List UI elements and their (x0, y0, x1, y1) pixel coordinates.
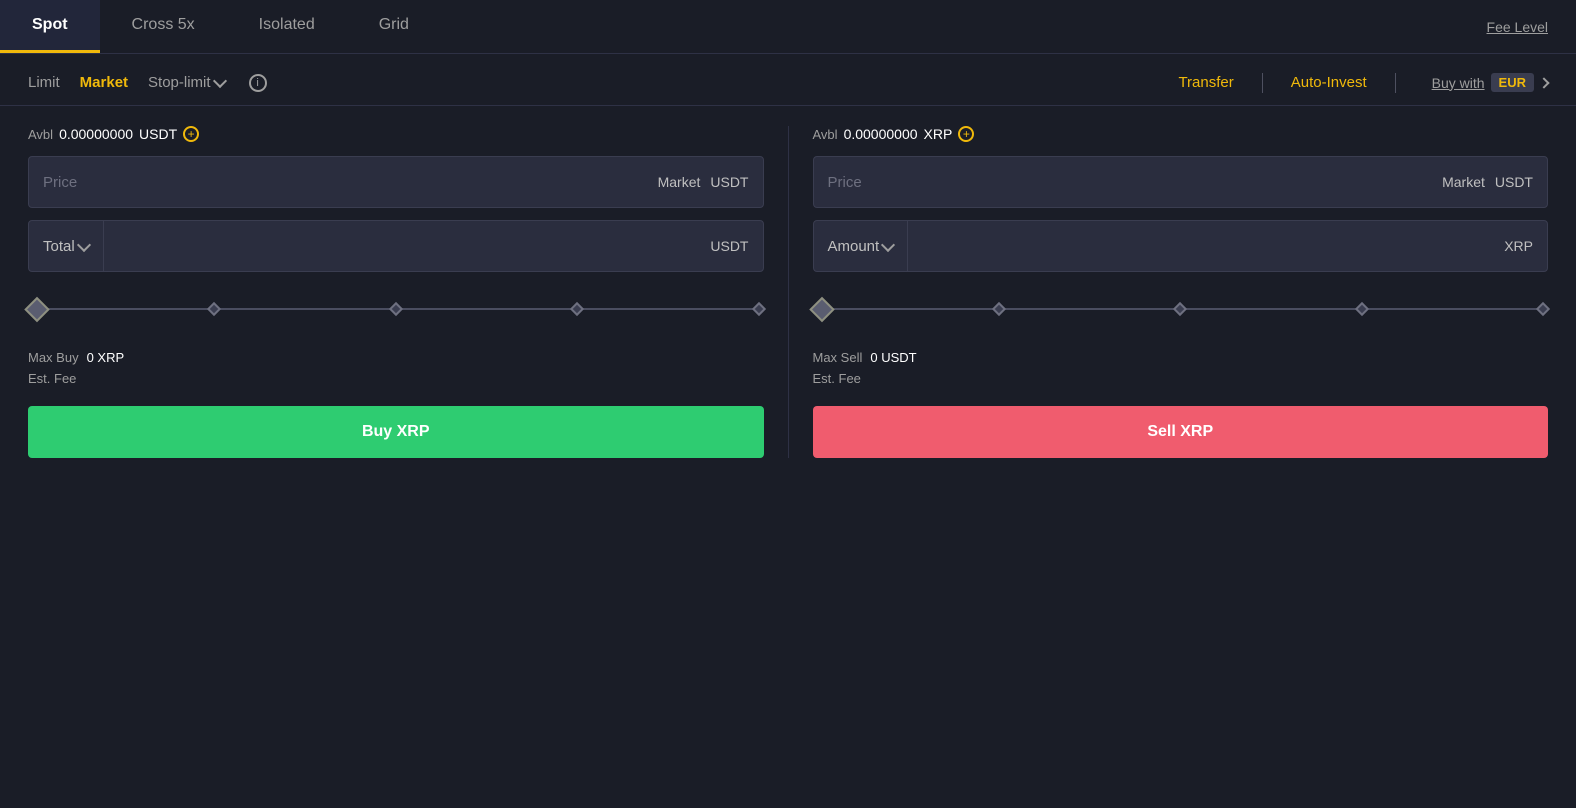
buy-max-buy-label: Max Buy (28, 350, 79, 365)
limit-button[interactable]: Limit (28, 72, 60, 93)
sell-slider-track (813, 308, 1549, 310)
buy-price-suffix: Market USDT (658, 174, 749, 190)
buy-total-input[interactable] (104, 238, 711, 255)
tab-bar: Spot Cross 5x Isolated Grid Fee Level (0, 0, 1576, 54)
buy-slider-dot-75[interactable] (570, 302, 584, 316)
buy-total-field: Total USDT (28, 220, 764, 272)
sell-amount-label: Amount (828, 238, 880, 255)
buy-panel: Avbl 0.00000000 USDT + Market USDT Total… (28, 126, 784, 458)
buy-avbl-currency: USDT (139, 126, 177, 142)
info-icon[interactable]: i (249, 74, 267, 92)
sell-price-input[interactable] (828, 174, 1443, 191)
sell-add-icon[interactable]: + (958, 126, 974, 142)
buy-with-currency: EUR (1491, 73, 1534, 92)
buy-max-buy-item: Max Buy 0 XRP (28, 350, 764, 365)
buy-add-icon[interactable]: + (183, 126, 199, 142)
toolbar-divider (1262, 73, 1263, 93)
buy-total-chevron-icon (77, 237, 91, 251)
buy-stats-row: Max Buy 0 XRP Est. Fee (28, 350, 764, 386)
buy-slider-container[interactable] (28, 284, 764, 334)
buy-total-currency: USDT (710, 238, 762, 254)
sell-slider-container[interactable] (813, 284, 1549, 334)
sell-slider-thumb[interactable] (809, 297, 834, 322)
buy-total-label-group[interactable]: Total (29, 221, 104, 271)
sell-stats-row: Max Sell 0 USDT Est. Fee (813, 350, 1549, 386)
buy-price-currency-label: USDT (710, 174, 748, 190)
tab-spacer (441, 0, 1459, 53)
buy-slider-dot-50[interactable] (389, 302, 403, 316)
tab-spot[interactable]: Spot (0, 0, 100, 53)
panel-divider (788, 126, 789, 458)
tab-grid[interactable]: Grid (347, 0, 441, 53)
order-type-row: Limit Market Stop-limit i Transfer Auto-… (0, 54, 1576, 106)
sell-amount-chevron-icon (881, 237, 895, 251)
sell-xrp-button[interactable]: Sell XRP (813, 406, 1549, 458)
tab-cross5x[interactable]: Cross 5x (100, 0, 227, 53)
sell-amount-input[interactable] (908, 238, 1504, 255)
tab-spot-label: Spot (32, 16, 68, 34)
sell-avbl-currency: XRP (924, 126, 953, 142)
sell-max-sell-item: Max Sell 0 USDT (813, 350, 1549, 365)
transfer-button[interactable]: Transfer (1178, 74, 1233, 91)
sell-amount-label-group[interactable]: Amount (814, 221, 909, 271)
stop-limit-group[interactable]: Stop-limit (148, 74, 225, 91)
sell-price-field[interactable]: Market USDT (813, 156, 1549, 208)
fee-level-link[interactable]: Fee Level (1459, 0, 1576, 53)
chevron-down-icon (212, 74, 226, 88)
auto-invest-button[interactable]: Auto-Invest (1291, 74, 1367, 91)
sell-price-suffix: Market USDT (1442, 174, 1533, 190)
sell-amount-field: Amount XRP (813, 220, 1549, 272)
buy-slider-dot-25[interactable] (207, 302, 221, 316)
main-content: Avbl 0.00000000 USDT + Market USDT Total… (0, 106, 1576, 478)
market-button[interactable]: Market (80, 72, 128, 93)
sell-slider-dot-75[interactable] (1355, 302, 1369, 316)
sell-max-sell-value: 0 USDT (870, 350, 916, 365)
buy-with-group[interactable]: Buy with EUR (1432, 73, 1548, 92)
buy-slider-dot-100[interactable] (751, 302, 765, 316)
buy-slider-dots (28, 304, 764, 314)
buy-price-market-label: Market (658, 174, 701, 190)
buy-price-input[interactable] (43, 174, 658, 191)
sell-avbl-value: 0.00000000 (844, 126, 918, 142)
tab-grid-label: Grid (379, 16, 409, 34)
sell-est-fee-item: Est. Fee (813, 371, 1549, 386)
sell-max-sell-label: Max Sell (813, 350, 863, 365)
buy-max-buy-value: 0 XRP (87, 350, 125, 365)
sell-slider-dots (813, 304, 1549, 314)
buy-slider-track (28, 308, 764, 310)
sell-avbl-label: Avbl (813, 127, 838, 142)
stop-limit-label: Stop-limit (148, 74, 211, 91)
buy-avbl-label: Avbl (28, 127, 53, 142)
sell-price-currency-label: USDT (1495, 174, 1533, 190)
buy-est-fee-label: Est. Fee (28, 371, 76, 386)
buy-price-field[interactable]: Market USDT (28, 156, 764, 208)
sell-panel: Avbl 0.00000000 XRP + Market USDT Amount… (793, 126, 1549, 458)
sell-slider-dot-50[interactable] (1173, 302, 1187, 316)
sell-price-market-label: Market (1442, 174, 1485, 190)
sell-est-fee-label: Est. Fee (813, 371, 861, 386)
buy-est-fee-item: Est. Fee (28, 371, 764, 386)
sell-slider-dot-25[interactable] (992, 302, 1006, 316)
buy-total-label: Total (43, 238, 75, 255)
sell-avbl-row: Avbl 0.00000000 XRP + (813, 126, 1549, 142)
tab-isolated[interactable]: Isolated (227, 0, 347, 53)
fee-level-label: Fee Level (1487, 19, 1548, 35)
buy-with-label: Buy with (1432, 75, 1485, 91)
toolbar-divider2 (1395, 73, 1396, 93)
buy-xrp-button[interactable]: Buy XRP (28, 406, 764, 458)
chevron-right-icon (1538, 77, 1549, 88)
buy-slider-thumb[interactable] (24, 297, 49, 322)
sell-amount-currency: XRP (1504, 238, 1547, 254)
tab-cross5x-label: Cross 5x (132, 16, 195, 34)
buy-avbl-value: 0.00000000 (59, 126, 133, 142)
buy-avbl-row: Avbl 0.00000000 USDT + (28, 126, 764, 142)
sell-slider-dot-100[interactable] (1536, 302, 1550, 316)
tab-isolated-label: Isolated (259, 16, 315, 34)
